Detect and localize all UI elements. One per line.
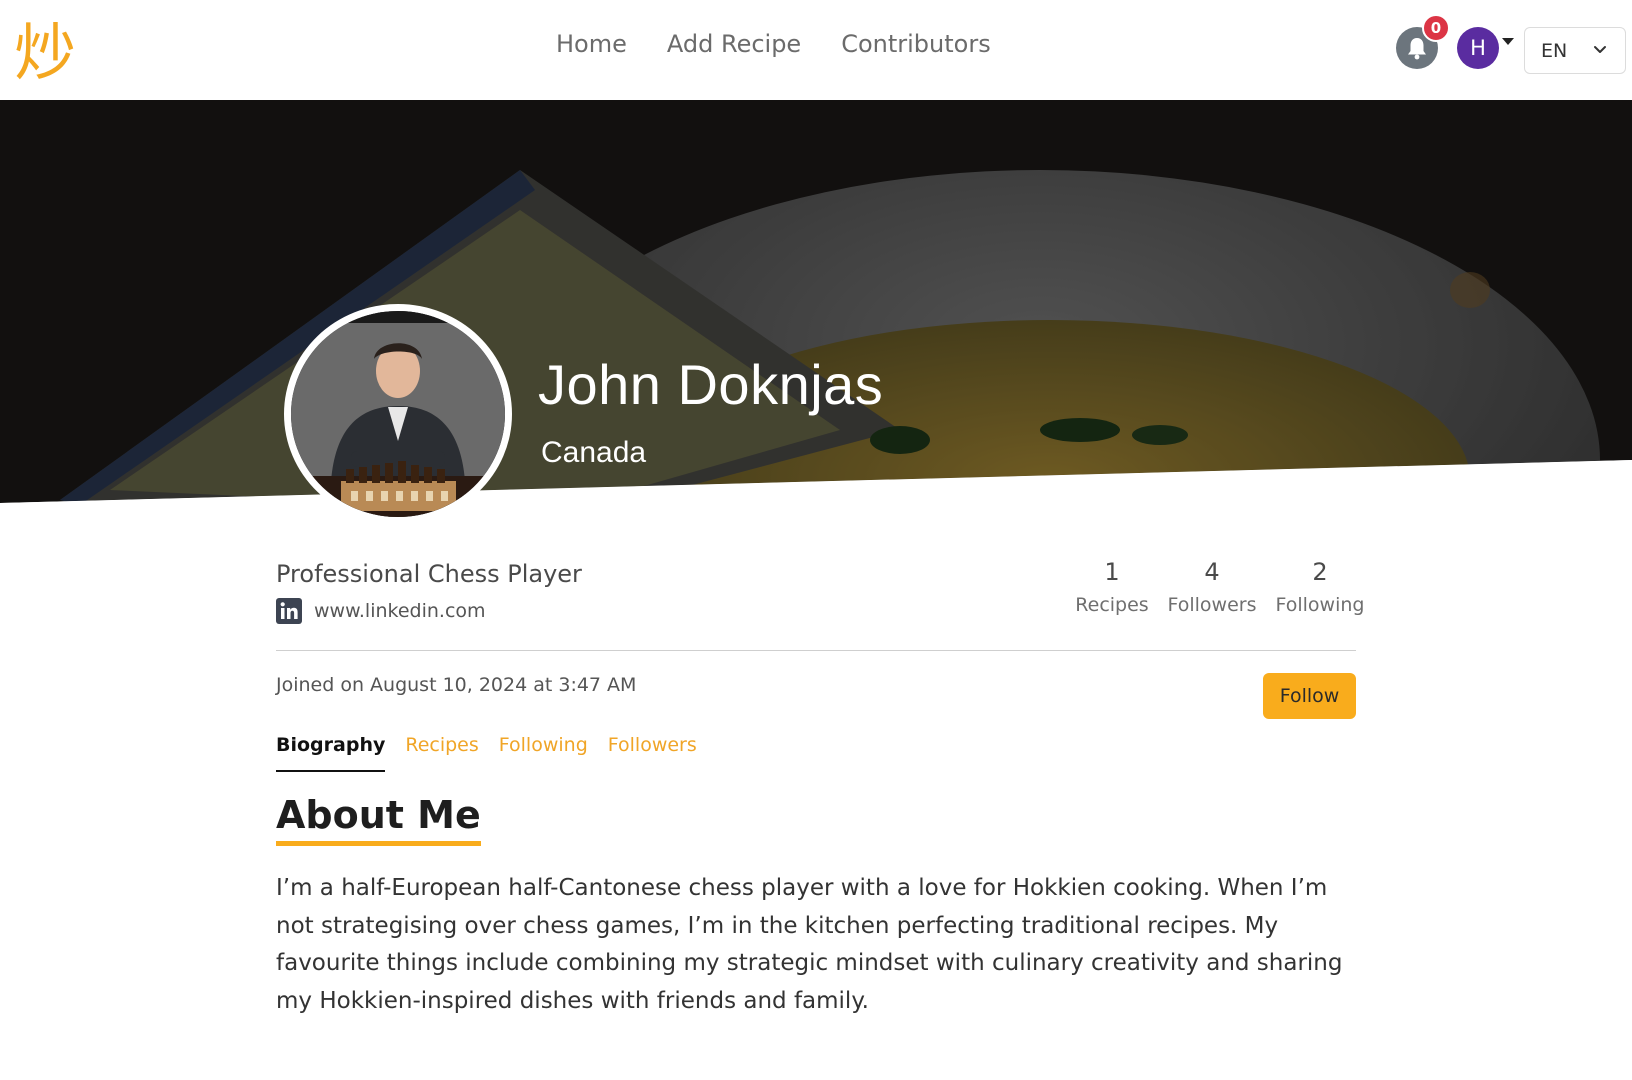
stat-followers-count: 4: [1204, 558, 1220, 586]
profile-photo: [284, 304, 512, 524]
profile-occupation: Professional Chess Player: [276, 560, 582, 588]
linkedin-link-text: www.linkedin.com: [314, 600, 486, 622]
tab-following[interactable]: Following: [499, 734, 588, 772]
top-navbar: 炒 Home Add Recipe Contributors 0 H EN: [0, 0, 1632, 100]
site-logo[interactable]: 炒: [12, 14, 90, 89]
logo-glyph: 炒: [14, 16, 76, 88]
section-divider: [276, 650, 1356, 651]
stat-following-label: Following: [1275, 594, 1365, 616]
caret-down-icon[interactable]: [1502, 38, 1514, 45]
profile-linkedin-link[interactable]: www.linkedin.com: [276, 598, 486, 624]
stat-followers-label: Followers: [1167, 594, 1257, 616]
profile-photo-image: [291, 311, 505, 517]
profile-hero-banner: John Doknjas Canada: [0, 100, 1632, 520]
nav-home-link[interactable]: Home: [556, 30, 627, 58]
profile-name: John Doknjas: [538, 353, 884, 416]
language-select[interactable]: EN: [1524, 27, 1626, 74]
tab-recipes[interactable]: Recipes: [405, 734, 478, 772]
main-nav: Home Add Recipe Contributors: [556, 30, 991, 58]
hero-background-image: [0, 100, 1632, 520]
chevron-down-icon: [1594, 46, 1606, 53]
stat-following-count: 2: [1312, 558, 1328, 586]
stat-recipes-count: 1: [1104, 558, 1120, 586]
stat-recipes[interactable]: 1 Recipes: [1064, 558, 1160, 616]
biography-text: I’m a half-European half-Cantonese chess…: [276, 875, 1343, 1014]
joined-date: Joined on August 10, 2024 at 3:47 AM: [276, 674, 637, 696]
notification-count-badge: 0: [1422, 14, 1450, 42]
user-avatar-button[interactable]: H: [1457, 27, 1499, 69]
tab-followers[interactable]: Followers: [608, 734, 697, 772]
language-selected-value: EN: [1541, 39, 1568, 62]
stat-following[interactable]: 2 Following: [1264, 558, 1376, 616]
linkedin-icon: [276, 598, 302, 624]
follow-button[interactable]: Follow: [1263, 673, 1356, 719]
nav-add-recipe-link[interactable]: Add Recipe: [667, 30, 801, 58]
profile-country: Canada: [541, 436, 647, 469]
profile-tabs: Biography Recipes Following Followers: [276, 734, 697, 772]
about-me-heading: About Me: [276, 794, 481, 846]
tab-biography[interactable]: Biography: [276, 734, 386, 772]
stat-recipes-label: Recipes: [1075, 594, 1149, 616]
stat-followers[interactable]: 4 Followers: [1160, 558, 1264, 616]
profile-stats: 1 Recipes 4 Followers 2 Following: [1064, 558, 1376, 616]
nav-contributors-link[interactable]: Contributors: [841, 30, 991, 58]
bell-icon: [1408, 38, 1426, 60]
